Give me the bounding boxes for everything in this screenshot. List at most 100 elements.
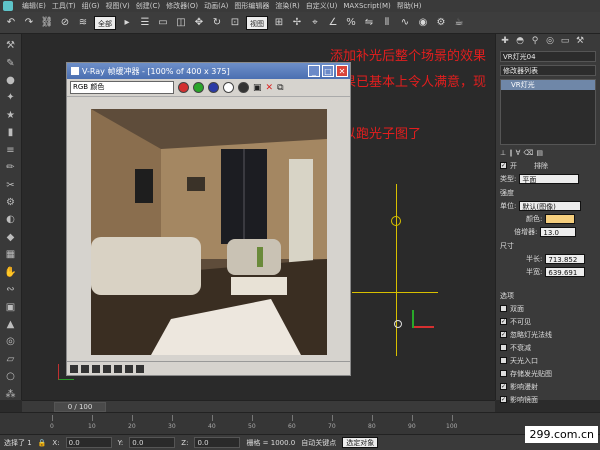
link-icon[interactable]: ⛓ bbox=[40, 16, 54, 30]
option-checkbox[interactable] bbox=[500, 357, 507, 364]
menu-item-create[interactable]: 创建(C) bbox=[136, 1, 160, 11]
spline-icon[interactable]: ∾ bbox=[4, 284, 18, 295]
menu-item-modifiers[interactable]: 修改器(O) bbox=[166, 1, 198, 11]
rect-selection-icon[interactable]: ▭ bbox=[156, 16, 170, 30]
minimize-button[interactable]: _ bbox=[308, 65, 320, 77]
utilities-tab-icon[interactable]: ⚒ bbox=[575, 36, 585, 46]
pin-stack-icon[interactable]: ⊥ bbox=[500, 149, 506, 157]
light-gizmo-horizontal[interactable] bbox=[352, 292, 438, 293]
rotate-icon[interactable]: ↻ bbox=[210, 16, 224, 30]
option-checkbox[interactable] bbox=[500, 305, 507, 312]
box-icon[interactable]: ▣ bbox=[4, 301, 18, 313]
half-length-spinner[interactable]: 713.852 bbox=[545, 253, 586, 264]
modifier-list-select[interactable]: 修改器列表 bbox=[500, 65, 596, 76]
type-select[interactable]: 平面 bbox=[519, 173, 580, 184]
history-icon[interactable] bbox=[70, 364, 78, 373]
render-icon[interactable]: ☕ bbox=[452, 16, 466, 30]
plane-icon[interactable]: ▱ bbox=[4, 354, 18, 365]
cone-icon[interactable]: ▲ bbox=[4, 319, 18, 330]
move-icon[interactable]: ✥ bbox=[192, 16, 206, 30]
undo-icon[interactable]: ↶ bbox=[4, 16, 18, 30]
option-checkbox[interactable] bbox=[500, 344, 507, 351]
option-checkbox[interactable]: ✓ bbox=[500, 331, 507, 338]
lock-selection-icon[interactable]: 🔒 bbox=[38, 439, 47, 447]
info-icon[interactable] bbox=[92, 364, 100, 373]
duplicate-icon[interactable]: ⧉ bbox=[277, 83, 283, 93]
star-icon[interactable]: ★ bbox=[4, 110, 18, 121]
create-tab-icon[interactable]: ✚ bbox=[500, 36, 510, 46]
brush-icon[interactable]: ✎ bbox=[4, 57, 18, 69]
lens-effects-icon[interactable] bbox=[81, 364, 89, 373]
curve-editor-icon[interactable]: ∿ bbox=[398, 16, 412, 30]
x-coord-field[interactable]: 0.0 bbox=[65, 437, 112, 448]
curves-icon[interactable] bbox=[114, 364, 122, 373]
time-slider-handle[interactable]: 0 / 100 bbox=[54, 402, 106, 412]
red-channel-icon[interactable] bbox=[178, 82, 189, 93]
make-unique-icon[interactable]: ∀ bbox=[516, 149, 521, 157]
light-gizmo-target[interactable] bbox=[391, 216, 401, 226]
particle-icon[interactable]: ⁂ bbox=[4, 388, 18, 400]
display-tab-icon[interactable]: ▭ bbox=[560, 36, 570, 46]
angle-snap-icon[interactable]: ∠ bbox=[326, 16, 340, 30]
frame-buffer-title-bar[interactable]: V-Ray 帧缓冲器 - [100% of 400 x 375] _ □ ✕ bbox=[67, 63, 350, 79]
enable-checkbox[interactable]: ✓ bbox=[500, 162, 507, 169]
render-setup-icon[interactable]: ⚙ bbox=[434, 16, 448, 30]
app-logo-icon[interactable] bbox=[3, 1, 13, 11]
option-checkbox[interactable] bbox=[500, 370, 507, 377]
menu-item-views[interactable]: 视图(V) bbox=[106, 1, 130, 11]
save-icon[interactable]: ▣ bbox=[253, 83, 262, 93]
bind-spacewarp-icon[interactable]: ≋ bbox=[76, 16, 90, 30]
hammer-icon[interactable]: ⚒ bbox=[4, 40, 18, 51]
hierarchy-tab-icon[interactable]: ⚲ bbox=[530, 36, 540, 46]
scale-icon[interactable]: ⊡ bbox=[228, 16, 242, 30]
clear-icon[interactable]: ✕ bbox=[266, 83, 274, 93]
percent-snap-icon[interactable]: % bbox=[344, 16, 358, 30]
cylinder-icon[interactable]: ▮ bbox=[4, 127, 18, 138]
menu-item-rendering[interactable]: 渲染(R) bbox=[275, 1, 299, 11]
channel-select[interactable]: RGB 颜色 bbox=[70, 81, 174, 94]
menu-item-group[interactable]: 组(G) bbox=[82, 1, 100, 11]
sphere-icon[interactable]: ● bbox=[4, 75, 18, 86]
layers-icon[interactable]: ≡ bbox=[4, 145, 18, 156]
levels-icon[interactable] bbox=[103, 364, 111, 373]
select-object-icon[interactable]: ▸ bbox=[120, 16, 134, 30]
option-checkbox[interactable]: ✓ bbox=[500, 396, 507, 403]
transform-gizmo-x-axis[interactable] bbox=[412, 326, 434, 328]
track-bar[interactable]: 0 10 20 30 40 50 60 70 80 90 100 bbox=[0, 412, 600, 434]
torus-icon[interactable]: ○ bbox=[4, 371, 18, 382]
tube-icon[interactable]: ◎ bbox=[4, 336, 18, 347]
menu-item-help[interactable]: 帮助(H) bbox=[397, 1, 422, 11]
redo-icon[interactable]: ↷ bbox=[22, 16, 36, 30]
maximize-button[interactable]: □ bbox=[322, 65, 334, 77]
menu-item-tools[interactable]: 工具(T) bbox=[52, 1, 76, 11]
half-width-spinner[interactable]: 639.691 bbox=[545, 266, 586, 277]
menu-item-maxscript[interactable]: MAXScript(M) bbox=[343, 2, 390, 10]
motion-tab-icon[interactable]: ◎ bbox=[545, 36, 555, 46]
align-icon[interactable]: ⫴ bbox=[380, 16, 394, 30]
pivot-icon[interactable]: ⊞ bbox=[272, 16, 286, 30]
pencil-icon[interactable]: ✏ bbox=[4, 162, 18, 173]
menu-item-customize[interactable]: 自定义(U) bbox=[306, 1, 338, 11]
menu-item-edit[interactable]: 编辑(E) bbox=[22, 1, 46, 11]
auto-key-button[interactable]: 自动关键点 bbox=[301, 438, 336, 448]
mirror-icon[interactable]: ⇋ bbox=[362, 16, 376, 30]
units-select[interactable]: 默认(图像) bbox=[519, 200, 582, 211]
shape-icon[interactable]: ◆ bbox=[4, 232, 18, 243]
menu-item-graph-editors[interactable]: 图形编辑器 bbox=[234, 1, 269, 11]
wrench-icon[interactable]: ✂ bbox=[4, 179, 18, 191]
mono-channel-icon[interactable] bbox=[238, 82, 249, 93]
configure-sets-icon[interactable]: ▤ bbox=[536, 149, 543, 157]
time-slider-track[interactable]: 0 / 100 bbox=[22, 400, 495, 412]
menu-item-animation[interactable]: 动画(A) bbox=[204, 1, 228, 11]
selection-filter-select[interactable]: 全部 bbox=[94, 15, 116, 30]
palette-icon[interactable]: ◐ bbox=[4, 214, 18, 225]
light-gizmo-vertical[interactable] bbox=[396, 184, 397, 304]
option-checkbox[interactable]: ✓ bbox=[500, 318, 507, 325]
select-by-name-icon[interactable]: ☰ bbox=[138, 16, 152, 30]
modifier-stack-item[interactable]: VR灯光 bbox=[501, 80, 595, 90]
show-end-result-icon[interactable]: ∥ bbox=[509, 149, 513, 157]
reference-coord-select[interactable]: 视图 bbox=[246, 15, 268, 30]
light-icon[interactable]: ✦ bbox=[4, 92, 18, 103]
snap-icon[interactable]: ⌖ bbox=[308, 16, 322, 30]
multiplier-spinner[interactable]: 13.0 bbox=[540, 226, 577, 237]
